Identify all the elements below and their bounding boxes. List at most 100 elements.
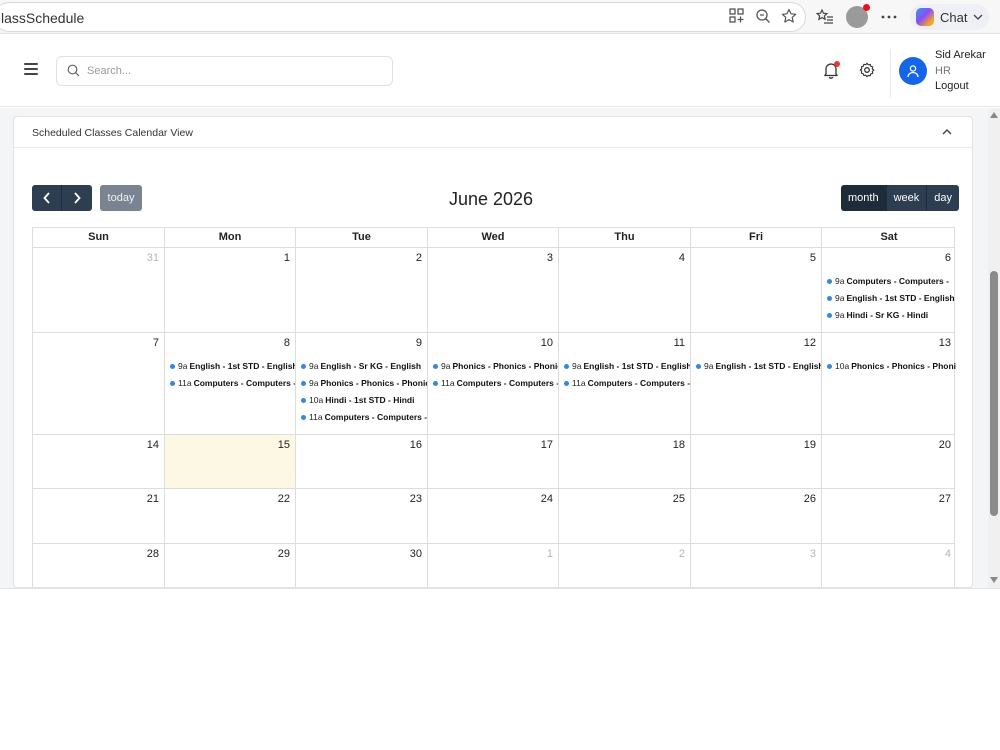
day-cell[interactable]: 1 (428, 544, 559, 587)
day-number[interactable]: 16 (410, 439, 422, 451)
day-number[interactable]: 2 (679, 548, 685, 560)
address-bar[interactable]: lassSchedule (0, 2, 806, 32)
day-cell[interactable]: 19 (691, 435, 822, 488)
day-number[interactable]: 15 (278, 439, 290, 451)
day-number[interactable]: 14 (147, 439, 159, 451)
day-number[interactable]: 30 (410, 548, 422, 560)
page-scrollbar[interactable] (988, 108, 1000, 588)
day-number[interactable]: 2 (416, 252, 422, 264)
day-cell[interactable]: 24 (428, 489, 559, 543)
copilot-chat-button[interactable]: Chat (910, 4, 990, 30)
calendar-event[interactable]: 9a English - Sr KG - English (299, 358, 427, 375)
day-cell[interactable]: 2 (296, 248, 428, 332)
calendar-event[interactable]: 9a English - 1st STD - English (562, 358, 690, 375)
day-cell[interactable]: 20 (822, 435, 956, 488)
day-cell[interactable]: 30 (296, 544, 428, 587)
day-cell[interactable]: 26 (691, 489, 822, 543)
day-cell[interactable]: 8 9a English - 1st STD - English 11a Compute… (165, 333, 296, 434)
day-cell[interactable]: 5 (691, 248, 822, 332)
user-avatar[interactable] (899, 57, 927, 85)
day-cell[interactable]: 7 (33, 333, 165, 434)
day-cell[interactable]: 25 (559, 489, 691, 543)
calendar-event[interactable]: 9a English - 1st STD - English (168, 358, 295, 375)
day-number[interactable]: 9 (416, 337, 422, 349)
day-number[interactable]: 8 (284, 337, 290, 349)
favorites-list-icon[interactable] (814, 6, 836, 28)
day-number[interactable]: 25 (673, 493, 685, 505)
day-number[interactable]: 29 (278, 548, 290, 560)
calendar-event[interactable]: 11a Computers - Computers - (562, 375, 690, 392)
scroll-down-icon[interactable] (990, 577, 998, 583)
day-number[interactable]: 3 (810, 548, 816, 560)
day-number[interactable]: 11 (674, 337, 685, 349)
calendar-event[interactable]: 11a Computers - Computers - (431, 375, 558, 392)
day-number[interactable]: 18 (673, 439, 685, 451)
day-cell[interactable]: 29 (165, 544, 296, 587)
day-cell[interactable]: 9 9a English - Sr KG - English 9a Phonics - … (296, 333, 428, 434)
day-number[interactable]: 28 (147, 548, 159, 560)
day-number[interactable]: 10 (541, 337, 553, 349)
more-options-icon[interactable] (878, 6, 900, 28)
logout-link[interactable]: Logout (935, 80, 969, 92)
day-cell[interactable]: 2 (559, 544, 691, 587)
day-number[interactable]: 12 (804, 337, 816, 349)
day-number[interactable]: 19 (804, 439, 816, 451)
chevron-up-icon[interactable] (940, 126, 954, 138)
day-cell[interactable]: 31 (33, 248, 165, 332)
zoom-out-icon[interactable] (755, 8, 773, 26)
calendar-event[interactable]: 9a Hindi - Sr KG - Hindi (825, 307, 956, 324)
day-cell[interactable]: 3 (428, 248, 559, 332)
day-number[interactable]: 6 (945, 252, 951, 264)
notifications-bell-icon[interactable] (822, 61, 840, 79)
day-cell[interactable]: 4 (822, 544, 956, 587)
day-number[interactable]: 26 (804, 493, 816, 505)
day-cell[interactable]: 6 9a Computers - Computers -9a English - 1s… (822, 248, 956, 332)
day-number[interactable]: 31 (147, 252, 159, 264)
day-number[interactable]: 24 (541, 493, 553, 505)
day-number[interactable]: 1 (284, 252, 290, 264)
day-cell[interactable]: 11 9a English - 1st STD - English 11a Comput… (559, 333, 691, 434)
day-number[interactable]: 21 (147, 493, 159, 505)
view-day-button[interactable]: day (927, 185, 960, 211)
apps-icon[interactable] (729, 8, 747, 26)
day-number[interactable]: 17 (541, 439, 553, 451)
day-number[interactable]: 7 (153, 337, 159, 349)
scrollbar-thumb[interactable] (990, 271, 998, 516)
day-cell[interactable]: 16 (296, 435, 428, 488)
day-number[interactable]: 4 (679, 252, 685, 264)
day-cell[interactable]: 27 (822, 489, 956, 543)
day-cell[interactable]: 22 (165, 489, 296, 543)
day-number[interactable]: 1 (547, 548, 553, 560)
day-cell[interactable]: 21 (33, 489, 165, 543)
day-number[interactable]: 22 (278, 493, 290, 505)
day-number[interactable]: 5 (810, 252, 816, 264)
calendar-event[interactable]: 9a Phonics - Phonics - Phonics (299, 375, 427, 392)
calendar-event[interactable]: 9a English - 1st STD - English (825, 290, 956, 307)
menu-toggle-icon[interactable] (24, 63, 38, 75)
day-cell[interactable]: 18 (559, 435, 691, 488)
day-cell[interactable]: 13 10a Phonics - Phonics - Phonics (822, 333, 956, 434)
view-week-button[interactable]: week (886, 185, 928, 211)
calendar-event[interactable]: 9a Computers - Computers - (825, 273, 956, 290)
day-cell[interactable]: 10 9a Phonics - Phonics - Phonics 11a Comput… (428, 333, 559, 434)
day-cell[interactable]: 1 (165, 248, 296, 332)
view-month-button[interactable]: month (841, 185, 887, 211)
calendar-event[interactable]: 11a Computers - Computers - (299, 409, 427, 426)
day-cell[interactable]: 14 (33, 435, 165, 488)
calendar-event[interactable]: 9a Phonics - Phonics - Phonics (431, 358, 558, 375)
day-cell[interactable]: 4 (559, 248, 691, 332)
calendar-event[interactable]: 9a English - 1st STD - English (694, 358, 821, 375)
day-cell[interactable]: 12 9a English - 1st STD - English (691, 333, 822, 434)
day-cell[interactable]: 28 (33, 544, 165, 587)
favorite-star-icon[interactable] (781, 8, 799, 26)
calendar-event[interactable]: 10a Phonics - Phonics - Phonics (825, 358, 956, 375)
day-number[interactable]: 4 (945, 548, 951, 560)
day-number[interactable]: 13 (939, 337, 951, 349)
day-cell-today[interactable]: 15 (165, 435, 296, 488)
calendar-event[interactable]: 11a Computers - Computers - (168, 375, 295, 392)
day-number[interactable]: 27 (939, 493, 951, 505)
calendar-event[interactable]: 10a Hindi - 1st STD - Hindi (299, 392, 427, 409)
settings-gear-icon[interactable] (859, 62, 877, 80)
day-cell[interactable]: 23 (296, 489, 428, 543)
day-number[interactable]: 3 (547, 252, 553, 264)
